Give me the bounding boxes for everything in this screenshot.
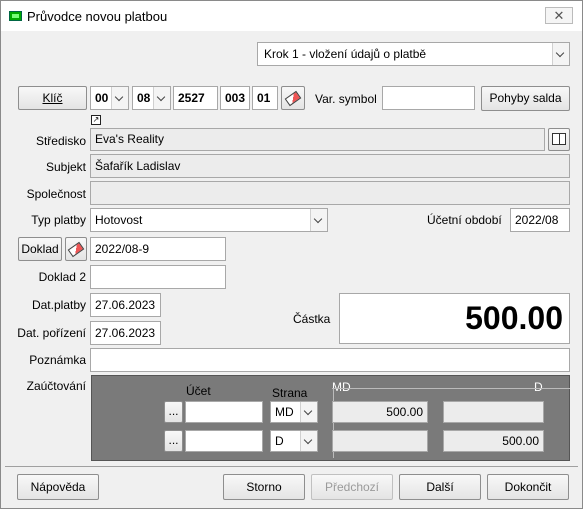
chevron-down-icon[interactable] [300, 431, 317, 451]
md-amount-field[interactable]: 500.00 [332, 401, 428, 423]
strana-select[interactable]: MD [270, 401, 318, 423]
window-title: Průvodce novou platbou [27, 9, 168, 24]
shortcut-arrow-icon[interactable]: ↗ [91, 115, 101, 125]
book-button[interactable] [548, 128, 570, 151]
ucet-field[interactable] [185, 401, 263, 423]
stredisko-field[interactable]: Eva's Reality [90, 128, 545, 151]
subjekt-field[interactable]: Šafařík Ladislav [90, 154, 570, 178]
chevron-down-icon[interactable] [111, 87, 128, 109]
step-select[interactable]: Krok 1 - vložení údajů o platbě [257, 42, 570, 66]
strana-value: D [275, 434, 284, 448]
finish-button[interactable]: Dokončit [487, 474, 569, 500]
doklad-button[interactable]: Doklad [18, 237, 62, 261]
doklad2-field[interactable] [90, 265, 226, 289]
panel-divider [332, 388, 570, 389]
dialog-window: Průvodce novou platbou ✕ Krok 1 - vložen… [0, 0, 583, 509]
dat-porizeni-label: Dat. pořízení [17, 326, 86, 340]
var-symbol-label: Var. symbol [315, 92, 377, 106]
zauctovani-panel: Účet Strana MD D ... MD 500.00 ... D 500… [91, 375, 570, 461]
close-button[interactable]: ✕ [545, 7, 573, 24]
ucet-picker-button[interactable]: ... [164, 401, 183, 423]
book-icon [552, 133, 566, 145]
eraser-icon [67, 241, 85, 258]
eraser-icon [284, 90, 302, 107]
app-icon [9, 11, 22, 21]
strana-select[interactable]: D [270, 430, 318, 452]
key-seg4-field[interactable]: 003 [220, 86, 250, 110]
dat-porizeni-field[interactable]: 27.06.2023 [90, 321, 161, 345]
clear-doklad-button[interactable] [65, 237, 87, 261]
chevron-down-icon[interactable] [552, 43, 569, 65]
var-symbol-field[interactable] [382, 86, 475, 110]
ucetni-obdobi-field[interactable]: 2022/08 [510, 208, 570, 232]
ucet-field[interactable] [185, 430, 263, 452]
col-ucet-header: Účet [186, 384, 211, 398]
help-button[interactable]: Nápověda [17, 474, 99, 500]
key-seg1-value: 00 [95, 91, 109, 105]
col-d-header: D [534, 380, 543, 394]
key-button-label: Klíč [42, 91, 63, 105]
md-amount-field[interactable] [332, 430, 428, 452]
next-button[interactable]: Další [399, 474, 481, 500]
previous-button[interactable]: Předchozí [311, 474, 393, 500]
ucetni-obdobi-label: Účetní období [427, 213, 502, 227]
subjekt-label: Subjekt [45, 160, 86, 174]
castka-field[interactable]: 500.00 [339, 293, 570, 344]
col-strana-header: Strana [272, 386, 308, 400]
col-md-header: MD [332, 380, 351, 394]
zauctovani-label: Zaúčtování [26, 379, 86, 393]
typ-platby-value: Hotovost [95, 213, 143, 227]
doklad-field[interactable]: 2022/08-9 [90, 237, 226, 261]
key-button[interactable]: Klíč [18, 86, 87, 110]
chevron-down-icon[interactable] [310, 209, 327, 231]
dat-platby-field[interactable]: 27.06.2023 [90, 293, 161, 317]
doklad2-label: Doklad 2 [38, 270, 86, 284]
chevron-down-icon[interactable] [300, 402, 317, 422]
step-select-value: Krok 1 - vložení údajů o platbě [264, 47, 427, 61]
spolecnost-field[interactable] [90, 181, 570, 205]
stredisko-label: Středisko [35, 134, 86, 148]
cancel-button[interactable]: Storno [223, 474, 305, 500]
strana-value: MD [275, 405, 294, 419]
key-seg5-field[interactable]: 01 [252, 86, 278, 110]
help-button-label: Nápověda [30, 480, 86, 494]
ucet-picker-button[interactable]: ... [164, 430, 183, 452]
footer-divider [5, 466, 578, 467]
title-bar: Průvodce novou platbou ✕ [1, 1, 582, 31]
poznamka-label: Poznámka [29, 353, 86, 367]
castka-label: Částka [293, 312, 331, 326]
key-seg2-select[interactable]: 08 [132, 86, 171, 110]
chevron-down-icon[interactable] [153, 87, 170, 109]
typ-platby-label: Typ platby [31, 213, 86, 227]
saldo-button[interactable]: Pohyby salda [481, 86, 570, 111]
spolecnost-label: Společnost [26, 187, 86, 201]
d-amount-field[interactable]: 500.00 [443, 430, 544, 452]
clear-key-button[interactable] [281, 86, 305, 110]
dat-platby-label: Dat.platby [31, 298, 86, 312]
key-seg2-value: 08 [137, 91, 151, 105]
poznamka-field[interactable] [90, 348, 570, 372]
d-amount-field[interactable] [443, 401, 544, 423]
typ-platby-select[interactable]: Hotovost [90, 208, 328, 232]
key-seg1-select[interactable]: 00 [90, 86, 129, 110]
key-seg3-field[interactable]: 2527 [173, 86, 218, 110]
